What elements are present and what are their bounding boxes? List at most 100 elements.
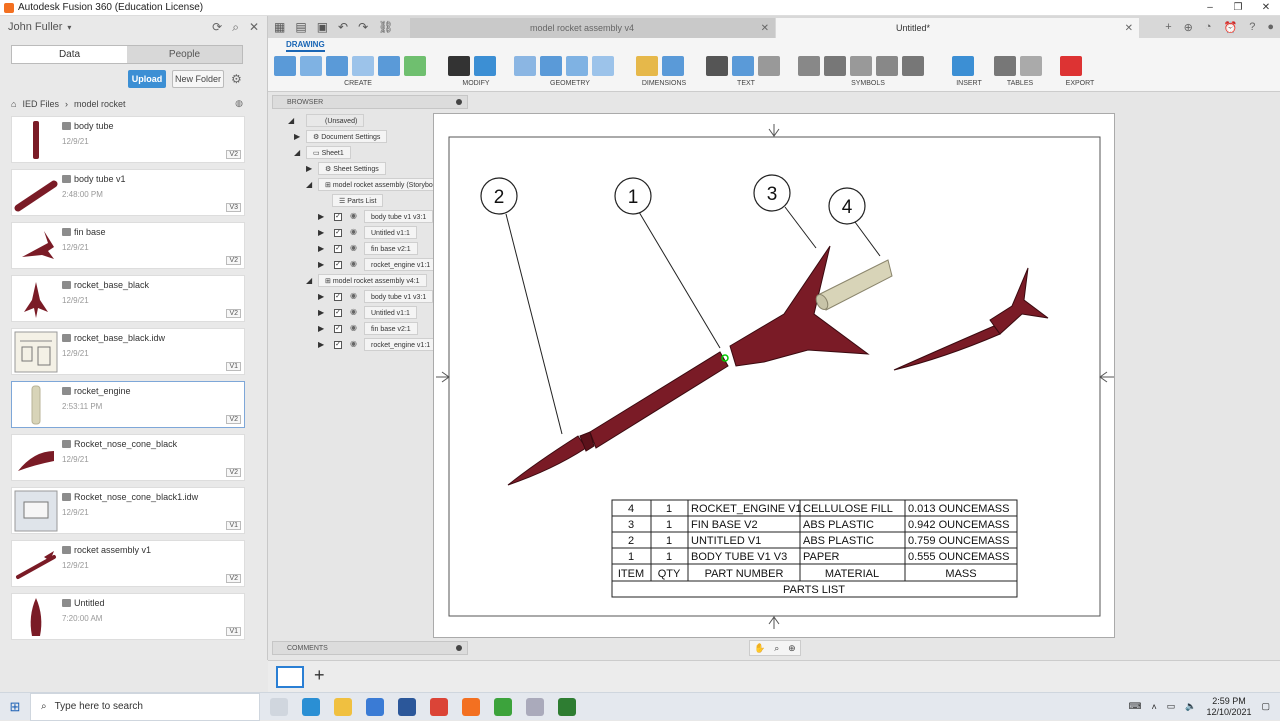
visibility-checkbox[interactable]: ✓ [334, 293, 342, 301]
file-item[interactable]: Rocket_nose_cone_black1.idw 12/9/21 V1 [11, 487, 245, 534]
pin-icon[interactable] [456, 99, 462, 105]
taskbar-search[interactable]: ⌕ Type here to search [30, 692, 260, 721]
windows-start-icon[interactable]: ⊞ [0, 699, 30, 715]
keyboard-icon[interactable]: ⌨ [1128, 701, 1141, 712]
eye-icon[interactable]: ◉ [350, 227, 357, 236]
ribbon-group-geometry[interactable]: GEOMETRY [514, 54, 626, 90]
exploded-rocket-view[interactable] [507, 245, 893, 486]
expand-icon[interactable]: ▶ [318, 260, 324, 269]
balloon[interactable]: 1 [614, 177, 652, 215]
file-item[interactable]: Untitled 7:20:00 AM V1 [11, 593, 245, 640]
center-mark-icon[interactable] [540, 56, 562, 76]
tree-sheet[interactable]: ▭ Sheet1 [306, 146, 351, 159]
collapse-icon[interactable]: ◢ [306, 180, 312, 189]
version-badge[interactable]: V3 [226, 203, 241, 212]
word-icon[interactable] [398, 697, 416, 716]
detail-view-icon[interactable] [352, 56, 374, 76]
tree-view-assembly[interactable]: ⊞ model rocket assembly v4:1 [318, 274, 427, 287]
version-badge[interactable]: V1 [226, 627, 241, 636]
eye-icon[interactable]: ◉ [350, 323, 357, 332]
maximize-button[interactable]: ❐ [1224, 2, 1252, 13]
close-window-button[interactable]: ✕ [1252, 2, 1280, 13]
version-badge[interactable]: V2 [226, 574, 241, 583]
redo-icon[interactable]: ↷ [358, 20, 368, 34]
base-view-icon[interactable] [274, 56, 296, 76]
tree-root[interactable]: (Unsaved) [306, 114, 365, 127]
home-icon[interactable]: ⌂ [11, 99, 16, 109]
file-item[interactable]: fin base 12/9/21 V2 [11, 222, 245, 269]
gear-icon[interactable]: ⚙ [231, 72, 242, 86]
tree-component[interactable]: body tube v1 v3:1 [364, 210, 434, 223]
breadcrumb-item[interactable]: IED Files [22, 99, 59, 109]
weld-icon[interactable] [876, 56, 898, 76]
notification-center-icon[interactable]: ▢ [1261, 701, 1270, 712]
taskbar-clock[interactable]: 2:59 PM 12/10/2021 [1206, 696, 1251, 718]
datum-icon[interactable] [850, 56, 872, 76]
chevron-down-icon[interactable]: ▾ [67, 23, 71, 32]
insert-image-icon[interactable] [952, 56, 974, 76]
ribbon-group-dimensions[interactable]: DIMENSIONS [636, 54, 692, 90]
circle-icon[interactable] [566, 56, 588, 76]
file-menu-icon[interactable]: ▤ [295, 20, 306, 34]
add-sheet-button[interactable]: + [314, 665, 325, 686]
break-view-icon[interactable] [378, 56, 400, 76]
ribbon-group-symbols[interactable]: SYMBOLS [798, 54, 938, 90]
store-icon[interactable] [366, 697, 384, 716]
camtasia-icon[interactable] [494, 697, 512, 716]
collapse-icon[interactable]: ◢ [306, 276, 312, 285]
ribbon-group-text[interactable]: TEXT [706, 54, 786, 90]
nose-cone-part[interactable] [507, 435, 587, 486]
new-folder-button[interactable]: New Folder [172, 70, 224, 88]
ribbon-group-modify[interactable]: MODIFY [448, 54, 504, 90]
projected-view-icon[interactable] [300, 56, 322, 76]
extensions-icon[interactable]: ⊕ [1184, 21, 1193, 34]
visibility-checkbox[interactable]: ✓ [334, 229, 342, 237]
expand-icon[interactable]: ▶ [306, 164, 312, 173]
pan-icon[interactable]: ✋ [754, 643, 765, 654]
fin-base-part[interactable] [729, 245, 870, 367]
surface-symbol-icon[interactable] [798, 56, 820, 76]
expand-icon[interactable]: ▶ [294, 132, 300, 141]
chevron-up-icon[interactable]: ˄ [1151, 702, 1156, 712]
notifications-icon[interactable]: ⏰ [1224, 21, 1238, 34]
assembled-rocket-view[interactable] [893, 267, 1049, 371]
user-menu[interactable]: John Fuller [8, 21, 62, 33]
expand-icon[interactable]: ▶ [318, 340, 324, 349]
tree-component[interactable]: Untitled v1:1 [364, 306, 417, 319]
close-panel-icon[interactable]: ✕ [249, 20, 259, 35]
avatar[interactable]: ● [1267, 21, 1274, 34]
pdf-export-icon[interactable] [1060, 56, 1082, 76]
collapse-icon[interactable]: ◢ [288, 116, 294, 125]
balloon[interactable]: 4 [828, 187, 866, 225]
tree-component[interactable]: rocket_engine v1:1 [364, 338, 438, 351]
parts-list-table[interactable]: 4 1 ROCKET_ENGINE V1 CELLULOSE FILL 0.01… [611, 499, 1018, 598]
file-item[interactable]: Rocket_nose_cone_black 12/9/21 V2 [11, 434, 245, 481]
save-icon[interactable]: ▣ [317, 20, 328, 34]
rotate-icon[interactable] [474, 56, 496, 76]
move-icon[interactable] [448, 56, 470, 76]
expand-icon[interactable]: ▶ [318, 292, 324, 301]
comments-panel-header[interactable]: COMMENTS [272, 641, 468, 655]
ribbon-group-insert[interactable]: INSERT [952, 54, 986, 90]
leader-icon[interactable] [732, 56, 754, 76]
upload-button[interactable]: Upload [128, 70, 166, 88]
tab-data[interactable]: Data [12, 46, 127, 63]
network-icon[interactable]: ▭ [1167, 701, 1176, 712]
refresh-icon[interactable]: ⟳ [212, 20, 222, 35]
expand-icon[interactable]: ▶ [318, 212, 324, 221]
ordinate-icon[interactable] [662, 56, 684, 76]
task-view-icon[interactable] [270, 697, 288, 716]
expand-icon[interactable]: ▶ [318, 244, 324, 253]
help-icon[interactable]: ? [1249, 21, 1255, 34]
job-status-icon[interactable]: ◔ [1205, 21, 1212, 34]
body-tube-part[interactable] [589, 351, 729, 449]
app-grid-icon[interactable]: ▦ [274, 20, 285, 34]
taper-icon[interactable] [902, 56, 924, 76]
zoom-window-icon[interactable]: ⊕ [788, 643, 796, 654]
ribbon-group-tables[interactable]: TABLES [994, 54, 1046, 90]
balloon-icon[interactable] [1020, 56, 1042, 76]
new-tab-icon[interactable]: + [1165, 21, 1171, 34]
visibility-checkbox[interactable]: ✓ [334, 341, 342, 349]
dimension-icon[interactable] [636, 56, 658, 76]
tree-document-settings[interactable]: ⚙ Document Settings [306, 130, 388, 143]
